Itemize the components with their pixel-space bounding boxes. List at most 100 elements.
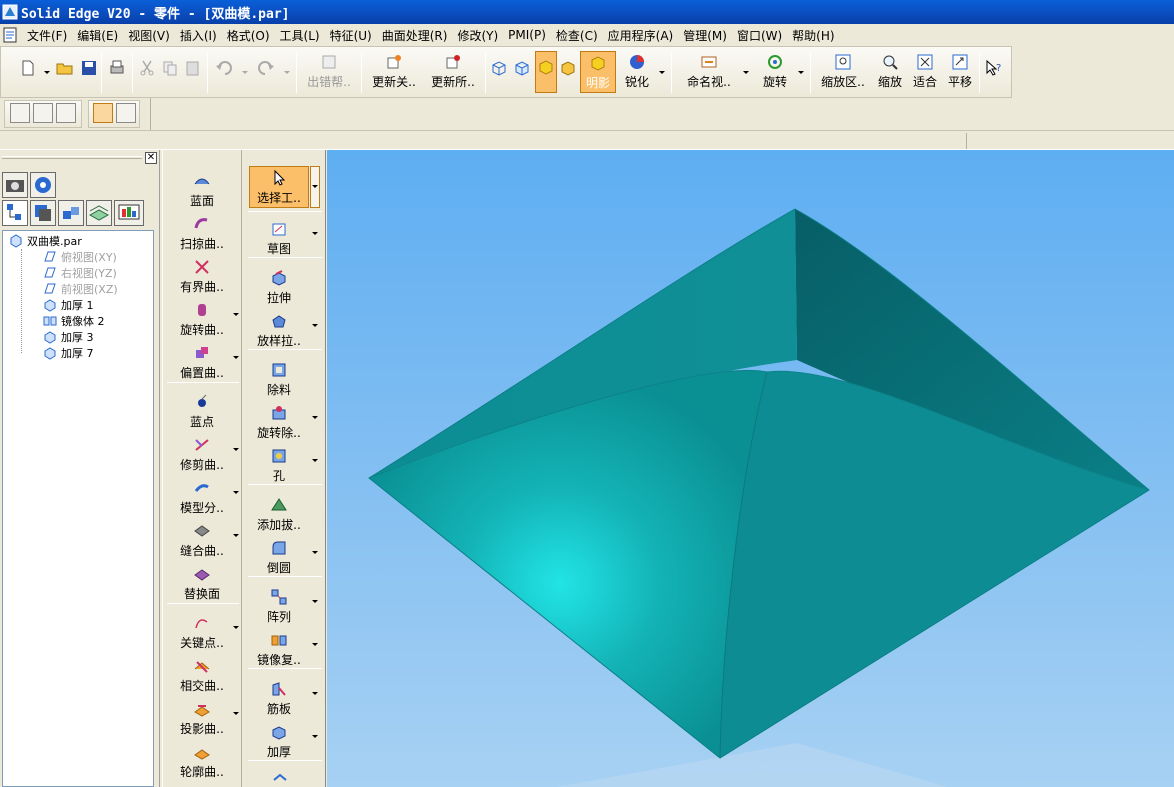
sketch-dropdown-arrow[interactable] [312,232,318,235]
tree-item-thicken-7[interactable]: 加厚 7 [43,345,94,361]
menu-surfacing[interactable]: 曲面处理(R) [377,27,453,44]
tree-item-thicken-3[interactable]: 加厚 3 [43,329,94,345]
rotate-button[interactable]: 旋转 [757,47,793,97]
menu-modify[interactable]: 修改(Y) [452,27,503,44]
rib-button[interactable]: 筋板 [249,680,309,717]
thicken-button[interactable]: 加厚 [249,723,309,760]
menu-manage[interactable]: 管理(M) [678,27,732,44]
fit-button[interactable]: 适合 [909,47,941,97]
menu-insert[interactable]: 插入(I) [175,27,222,44]
hole-dropdown-arrow[interactable] [312,459,318,462]
menu-view[interactable]: 视图(V) [123,27,175,44]
select-tool-dropdown[interactable] [310,166,320,208]
mirror-copy-dropdown-arrow[interactable] [312,643,318,646]
keypoint-curve-button[interactable]: 关键点.. [171,614,233,651]
tree-root[interactable]: 双曲模.par [9,233,82,249]
layers-tab[interactable] [30,200,56,226]
save-icon[interactable] [80,59,98,77]
sketch-view-icon[interactable] [10,103,30,123]
rotate-dropdown-arrow[interactable] [798,71,804,74]
menu-window[interactable]: 窗口(W) [732,27,787,44]
family-of-parts-tab[interactable] [86,200,112,226]
visible-edges-view-icon[interactable] [513,59,531,77]
tree-item-top-plane[interactable]: 俯视图(XY) [43,249,117,265]
sketch-button[interactable]: 草图 [249,220,309,257]
model-split-button[interactable]: 模型分.. [171,479,233,516]
menu-tools[interactable]: 工具(L) [275,27,325,44]
model-split-dropdown-arrow[interactable] [233,491,239,494]
thicken-dropdown-arrow[interactable] [312,735,318,738]
swept-surface-button[interactable]: 扫掠曲.. [171,215,233,252]
update-all-button[interactable]: 更新所.. [425,47,481,97]
projected-curve-dropdown-arrow[interactable] [233,712,239,715]
error-help-button[interactable]: 出错帮.. [301,47,357,97]
whats-this-help-icon[interactable]: ? [985,59,1003,77]
settings-tab[interactable] [30,172,56,198]
shaded-edges-view-button[interactable] [535,51,557,93]
edit-profile-icon[interactable] [33,103,53,123]
hyperbolic-mold-model[interactable] [327,150,1174,787]
offset-surface-dropdown-arrow[interactable] [233,356,239,359]
camera-tab[interactable] [2,172,28,198]
pane-grip[interactable] [2,156,142,159]
quick-pick-icon[interactable] [116,103,136,123]
menu-pmi[interactable]: PMI(P) [503,28,551,42]
zoom-button[interactable]: 缩放 [874,47,906,97]
revolved-surface-button[interactable]: 旋转曲.. [171,301,233,338]
round-dropdown-arrow[interactable] [312,551,318,554]
mirror-copy-button[interactable]: 镜像复.. [249,631,309,668]
round-button[interactable]: 倒圆 [249,539,309,576]
menu-edit[interactable]: 编辑(E) [72,27,123,44]
stitch-surface-dropdown-arrow[interactable] [233,534,239,537]
bluedot-button[interactable]: 蓝点 [171,393,233,430]
revolved-cutout-button[interactable]: 旋转除.. [249,404,309,441]
drawing-view-icon[interactable] [56,103,76,123]
menu-inspect[interactable]: 检查(C) [551,27,603,44]
tree-item-front-plane[interactable]: 前视图(XZ) [43,281,118,297]
pane-close-button[interactable]: ✕ [145,152,157,164]
sharpen-dropdown-arrow[interactable] [659,71,665,74]
cutout-button[interactable]: 除料 [249,361,309,398]
shaded-view-icon[interactable] [559,59,577,77]
new-file-icon[interactable] [19,59,37,77]
tree-item-right-plane[interactable]: 右视图(YZ) [43,265,117,281]
trim-surface-button[interactable]: 修剪曲.. [171,436,233,473]
projected-curve-button[interactable]: 投影曲.. [171,700,233,737]
print-icon[interactable] [108,59,126,77]
extrude-button[interactable]: 拉伸 [249,269,309,306]
sensors-tab[interactable] [114,200,144,226]
menu-help[interactable]: 帮助(H) [787,27,839,44]
contour-curve-button[interactable]: 轮廓曲.. [171,743,233,780]
bluesurf-button[interactable]: 蓝面 [171,172,233,209]
revolved-cutout-dropdown-arrow[interactable] [312,416,318,419]
feature-library-tab[interactable] [58,200,84,226]
revolved-surface-dropdown-arrow[interactable] [233,313,239,316]
pattern-button[interactable]: 阵列 [249,588,309,625]
more-features-icon[interactable] [271,770,289,787]
lofted-protrusion-button[interactable]: 放样拉.. [249,312,309,349]
document-icon[interactable] [2,27,18,43]
menu-features[interactable]: 特征(U) [325,27,377,44]
zoom-area-button[interactable]: 缩放区.. [815,47,871,97]
wireframe-view-icon[interactable] [490,59,508,77]
hole-button[interactable]: 孔 [249,447,309,484]
tree-item-thicken-1[interactable]: 加厚 1 [43,297,94,313]
update-related-button[interactable]: 更新关.. [366,47,422,97]
add-draft-button[interactable]: 添加拔.. [249,496,309,533]
feature-pathfinder-tab[interactable] [2,200,28,226]
named-view-dropdown-arrow[interactable] [743,71,749,74]
sharpen-button[interactable]: 锐化 [620,47,654,97]
keypoint-curve-dropdown-arrow[interactable] [233,626,239,629]
open-folder-icon[interactable] [56,59,74,77]
stitch-surface-button[interactable]: 缝合曲.. [171,522,233,559]
bounded-surface-button[interactable]: 有界曲.. [171,258,233,295]
named-view-button[interactable]: 命名视.. [679,47,739,97]
menu-applications[interactable]: 应用程序(A) [603,27,679,44]
pan-button[interactable]: 平移 [944,47,976,97]
replace-face-button[interactable]: 替换面 [171,565,233,602]
trim-surface-dropdown-arrow[interactable] [233,448,239,451]
select-tool-button[interactable]: 选择工.. [249,166,309,208]
select-filter-icon[interactable] [93,103,113,123]
offset-surface-button[interactable]: 偏置曲.. [171,344,233,381]
shading-button[interactable]: 明影 [580,51,616,93]
